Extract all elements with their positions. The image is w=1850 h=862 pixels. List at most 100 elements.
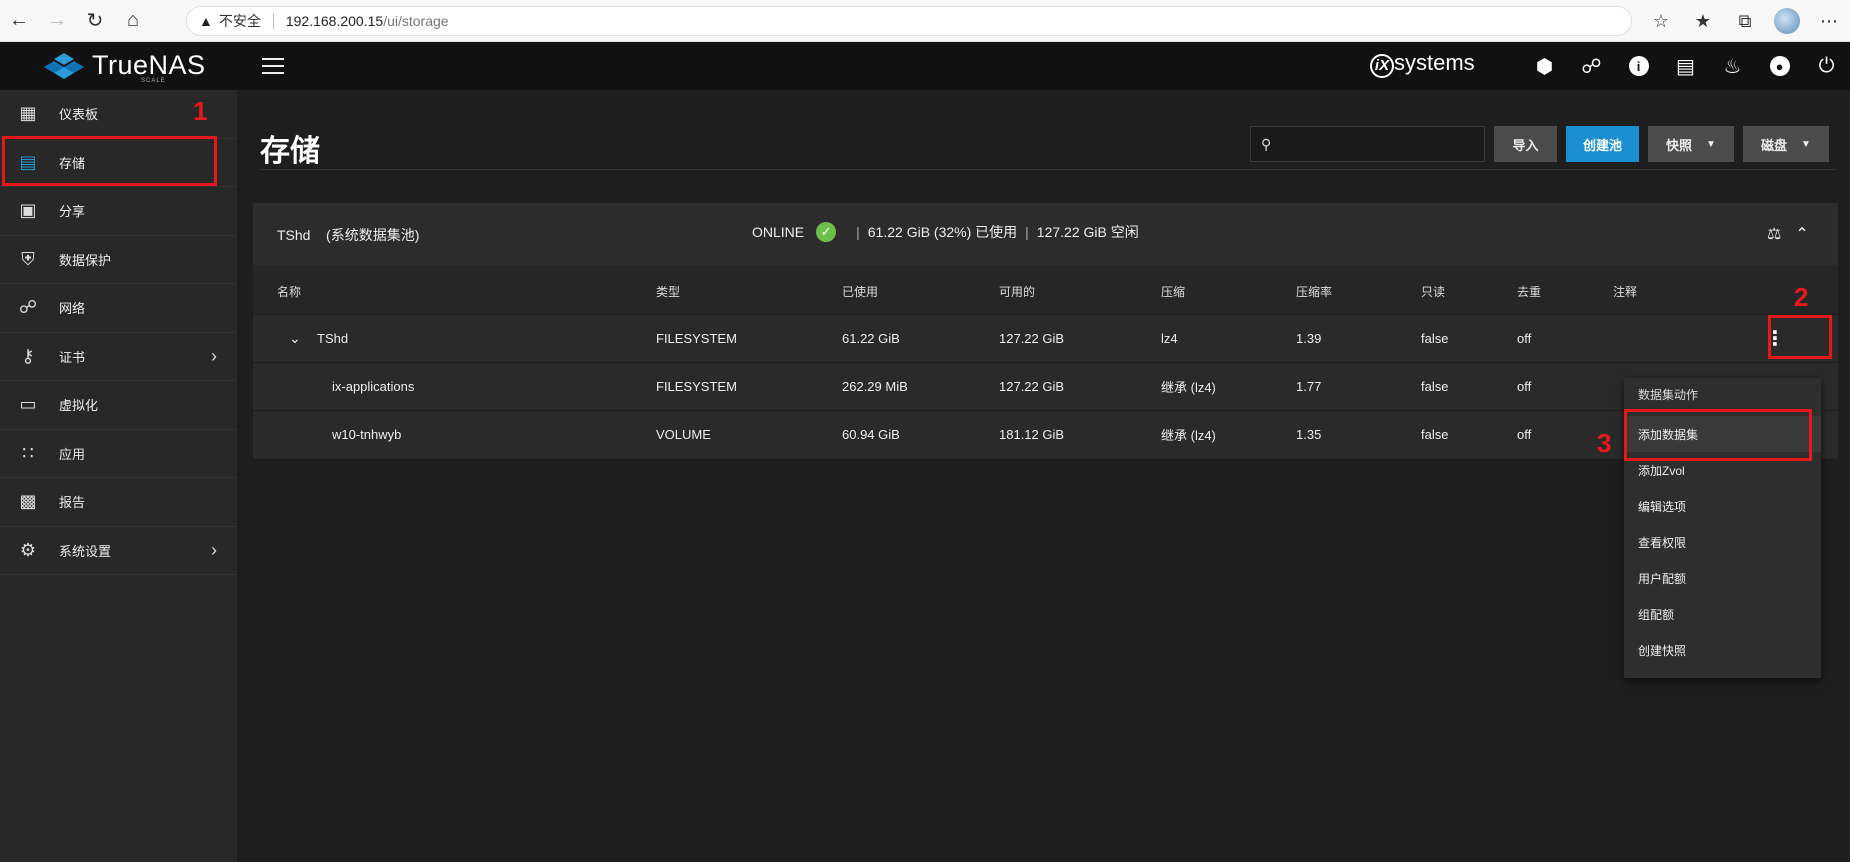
column-header[interactable]: 去重 [1517, 268, 1541, 314]
pool-actions: ⚖ ⌃ [1767, 224, 1809, 244]
ixsystems-logo: iX systems [1370, 50, 1475, 78]
more-icon[interactable]: ⋯ [1808, 11, 1850, 32]
status-divider: | [856, 224, 860, 240]
sidebar-item-virtualization[interactable]: ▭ 虚拟化 [0, 381, 237, 430]
dataset-readonly: false [1421, 427, 1449, 442]
truenas-logo[interactable]: TrueNAS SCALE [44, 50, 206, 84]
browser-profile-avatar[interactable] [1774, 8, 1800, 34]
menu-item-add-zvol[interactable]: 添加Zvol [1624, 452, 1821, 488]
menu-item-add-dataset[interactable]: 添加数据集 [1624, 416, 1821, 452]
sidebar-item-certificates[interactable]: ⚷ 证书 › [0, 333, 237, 381]
snapshot-button[interactable]: 快照 ▼ [1648, 126, 1734, 162]
security-warning: 不安全 [218, 13, 261, 29]
sidebar-item-data-protection[interactable]: ⛨ 数据保护 [0, 236, 237, 284]
more-vert-icon[interactable]: ⋮ [1760, 318, 1790, 358]
address-divider [272, 13, 274, 29]
bell-icon[interactable]: ♨ [1709, 54, 1756, 79]
pool-free: 127.22 GiB 空闲 [1036, 224, 1139, 240]
dataset-used: 61.22 GiB [842, 331, 900, 346]
menu-item-create-snapshot[interactable]: 创建快照 [1624, 632, 1821, 668]
pool-status: ONLINE ✓ | 61.22 GiB (32%) 已使用 | 127.22 … [752, 222, 1139, 242]
collections-icon[interactable]: ⧉ [1724, 11, 1766, 32]
info-icon[interactable]: i [1615, 56, 1662, 76]
pool-system-tag: (系统数据集池) [326, 227, 420, 243]
column-header[interactable]: 注释 [1613, 268, 1637, 314]
network-status-icon[interactable]: ☍ [1568, 54, 1615, 79]
column-header[interactable]: 压缩率 [1296, 268, 1332, 314]
search-input[interactable]: ⚲ [1250, 126, 1485, 162]
storage-icon: ▤ [19, 151, 37, 172]
dataset-dedup: off [1517, 379, 1532, 394]
truenas-logo-icon [44, 52, 84, 79]
key-icon: ⚷ [21, 345, 35, 366]
dataset-readonly: false [1421, 331, 1449, 346]
chevron-up-icon[interactable]: ⌃ [1795, 224, 1808, 244]
favorites-icon[interactable]: ★ [1682, 11, 1724, 32]
page-title: 存储 [260, 135, 320, 168]
menu-item-group-quotas[interactable]: 组配额 [1624, 596, 1821, 632]
menu-item-edit-options[interactable]: 编辑选项 [1624, 488, 1821, 524]
dataset-ratio: 1.35 [1296, 427, 1322, 442]
vendor-name: systems [1394, 50, 1475, 75]
column-header[interactable]: 名称 [277, 268, 301, 314]
sidebar-item-reporting[interactable]: ▩ 报告 [0, 478, 237, 527]
favorite-add-icon[interactable]: ☆ [1640, 11, 1682, 32]
column-header[interactable]: 已使用 [842, 268, 878, 314]
caret-down-icon: ▼ [1801, 138, 1811, 150]
menu-item-user-quotas[interactable]: 用户配额 [1624, 560, 1821, 596]
power-icon[interactable]: ⏻ [1803, 55, 1850, 78]
column-header[interactable]: 类型 [656, 268, 680, 314]
url-host: 192.168.200.15 [285, 13, 384, 29]
import-button[interactable]: 导入 [1494, 126, 1557, 162]
reload-icon[interactable]: ↻ [76, 0, 114, 42]
column-header[interactable]: 压缩 [1161, 268, 1185, 314]
table-row[interactable]: ix-applications FILESYSTEM 262.29 MiB 12… [253, 362, 1838, 410]
create-pool-button[interactable]: 创建池 [1566, 126, 1639, 162]
sidebar-item-shares[interactable]: ▣ 分享 [0, 187, 237, 236]
clipboard-icon[interactable]: ▤ [1662, 54, 1709, 79]
dataset-compression: lz4 [1161, 331, 1178, 346]
truecommand-icon[interactable]: ⬢ [1521, 54, 1568, 79]
sidebar-item-system-settings[interactable]: ⚙ 系统设置 › [0, 527, 237, 575]
shield-icon: ⛨ [21, 248, 35, 269]
column-header[interactable]: 只读 [1421, 268, 1445, 314]
dataset-used: 262.29 MiB [842, 379, 908, 394]
dataset-compression: 继承 (lz4) [1161, 380, 1216, 395]
sidebar-item-storage[interactable]: ▤ 存储 [0, 139, 237, 187]
dataset-readonly: false [1421, 379, 1449, 394]
pool-name: TShd [277, 227, 311, 243]
pool-status-text: ONLINE [752, 224, 805, 240]
pool-title: TShd (系统数据集池) [277, 225, 419, 245]
disks-button[interactable]: 磁盘 ▼ [1743, 126, 1829, 162]
table-header: 名称 类型 已使用 可用的 压缩 压缩率 只读 去重 注释 [253, 268, 1838, 314]
address-bar[interactable]: ▲ 不安全 192.168.200.15/ui/storage [186, 6, 1632, 36]
logo-text: TrueNAS [92, 50, 206, 80]
menu-item-view-permissions[interactable]: 查看权限 [1624, 524, 1821, 560]
sidebar-item-apps[interactable]: ∷ 应用 [0, 430, 237, 478]
annotation-number: 3 [1597, 428, 1612, 458]
dataset-used: 60.94 GiB [842, 427, 900, 442]
dataset-name: w10-tnhwyb [332, 427, 402, 442]
forward-icon[interactable]: → [38, 0, 76, 42]
dashboard-icon: ▦ [19, 103, 37, 124]
sidebar-item-label: 数据保护 [59, 252, 112, 268]
menu-toggle-icon[interactable] [262, 58, 284, 74]
column-header[interactable]: 可用的 [999, 268, 1035, 314]
chevron-right-icon: › [211, 539, 217, 560]
annotation-number: 1 [193, 96, 208, 126]
sidebar: ▦ 仪表板 ▤ 存储 ▣ 分享 ⛨ 数据保护 ☍ 网络 ⚷ 证书 › ▭ 虚拟化… [0, 90, 237, 862]
dataset-type: FILESYSTEM [656, 379, 737, 394]
dataset-type: FILESYSTEM [656, 331, 737, 346]
chevron-down-icon[interactable]: ⌄ [289, 315, 301, 362]
dataset-available: 127.22 GiB [999, 379, 1065, 394]
back-icon[interactable]: ← [0, 0, 38, 42]
sidebar-item-label: 证书 [59, 349, 86, 365]
warning-icon: ▲ [199, 13, 213, 29]
sidebar-item-network[interactable]: ☍ 网络 [0, 284, 237, 333]
table-row[interactable]: ⌄ TShd FILESYSTEM 61.22 GiB 127.22 GiB l… [253, 314, 1838, 362]
sidebar-item-label: 报告 [59, 495, 86, 511]
pool-settings-icon[interactable]: ⚖ [1767, 224, 1781, 244]
account-icon[interactable]: ● [1756, 56, 1803, 76]
search-icon: ⚲ [1261, 135, 1272, 152]
home-icon[interactable]: ⌂ [114, 0, 152, 42]
